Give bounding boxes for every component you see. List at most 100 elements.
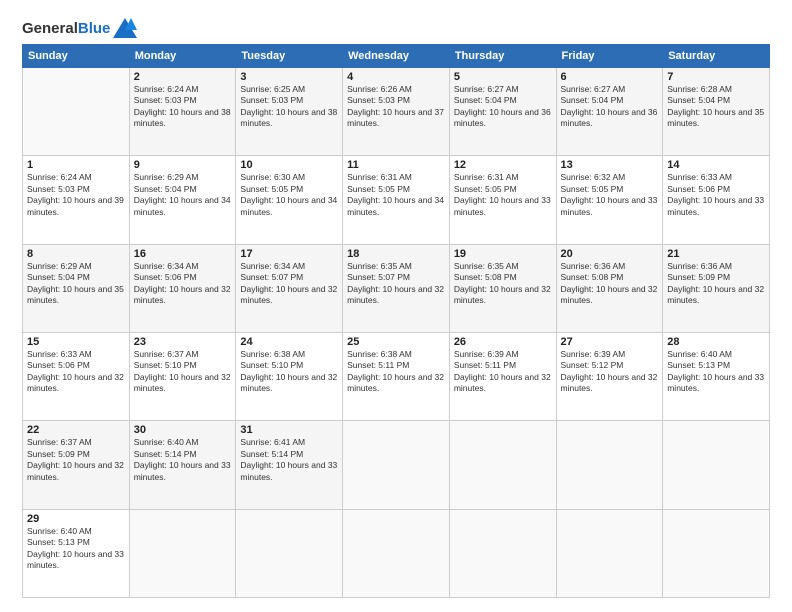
day-cell bbox=[236, 509, 343, 597]
day-cell bbox=[556, 421, 663, 509]
day-cell bbox=[663, 421, 770, 509]
day-info: Sunrise: 6:28 AMSunset: 5:04 PMDaylight:… bbox=[667, 84, 765, 130]
day-cell: 5Sunrise: 6:27 AMSunset: 5:04 PMDaylight… bbox=[449, 68, 556, 156]
col-header-wednesday: Wednesday bbox=[343, 45, 450, 68]
day-number: 13 bbox=[561, 159, 659, 171]
day-cell: 6Sunrise: 6:27 AMSunset: 5:04 PMDaylight… bbox=[556, 68, 663, 156]
day-info: Sunrise: 6:26 AMSunset: 5:03 PMDaylight:… bbox=[347, 84, 445, 130]
day-number: 26 bbox=[454, 336, 552, 348]
day-number: 25 bbox=[347, 336, 445, 348]
day-cell: 29Sunrise: 6:40 AMSunset: 5:13 PMDayligh… bbox=[23, 509, 130, 597]
week-row-3: 15Sunrise: 6:33 AMSunset: 5:06 PMDayligh… bbox=[23, 332, 770, 420]
col-header-sunday: Sunday bbox=[23, 45, 130, 68]
day-cell bbox=[23, 68, 130, 156]
day-number: 22 bbox=[27, 424, 125, 436]
day-cell: 10Sunrise: 6:30 AMSunset: 5:05 PMDayligh… bbox=[236, 156, 343, 244]
day-number: 29 bbox=[27, 513, 125, 525]
page: GeneralBlue SundayMondayTuesdayWednesday… bbox=[0, 0, 792, 612]
day-cell: 18Sunrise: 6:35 AMSunset: 5:07 PMDayligh… bbox=[343, 244, 450, 332]
day-number: 24 bbox=[240, 336, 338, 348]
day-info: Sunrise: 6:27 AMSunset: 5:04 PMDaylight:… bbox=[454, 84, 552, 130]
day-cell: 21Sunrise: 6:36 AMSunset: 5:09 PMDayligh… bbox=[663, 244, 770, 332]
day-number: 14 bbox=[667, 159, 765, 171]
col-header-thursday: Thursday bbox=[449, 45, 556, 68]
day-number: 20 bbox=[561, 248, 659, 260]
week-row-2: 8Sunrise: 6:29 AMSunset: 5:04 PMDaylight… bbox=[23, 244, 770, 332]
day-cell: 15Sunrise: 6:33 AMSunset: 5:06 PMDayligh… bbox=[23, 332, 130, 420]
day-cell: 31Sunrise: 6:41 AMSunset: 5:14 PMDayligh… bbox=[236, 421, 343, 509]
day-cell: 12Sunrise: 6:31 AMSunset: 5:05 PMDayligh… bbox=[449, 156, 556, 244]
day-number: 18 bbox=[347, 248, 445, 260]
day-cell bbox=[129, 509, 236, 597]
day-info: Sunrise: 6:38 AMSunset: 5:10 PMDaylight:… bbox=[240, 349, 338, 395]
day-number: 1 bbox=[27, 159, 125, 171]
day-number: 16 bbox=[134, 248, 232, 260]
day-info: Sunrise: 6:31 AMSunset: 5:05 PMDaylight:… bbox=[454, 172, 552, 218]
day-number: 11 bbox=[347, 159, 445, 171]
day-cell bbox=[556, 509, 663, 597]
day-info: Sunrise: 6:38 AMSunset: 5:11 PMDaylight:… bbox=[347, 349, 445, 395]
week-row-0: 2Sunrise: 6:24 AMSunset: 5:03 PMDaylight… bbox=[23, 68, 770, 156]
day-number: 10 bbox=[240, 159, 338, 171]
day-number: 17 bbox=[240, 248, 338, 260]
day-info: Sunrise: 6:34 AMSunset: 5:07 PMDaylight:… bbox=[240, 261, 338, 307]
day-cell: 13Sunrise: 6:32 AMSunset: 5:05 PMDayligh… bbox=[556, 156, 663, 244]
logo-icon bbox=[113, 18, 137, 38]
col-header-saturday: Saturday bbox=[663, 45, 770, 68]
col-header-tuesday: Tuesday bbox=[236, 45, 343, 68]
day-info: Sunrise: 6:40 AMSunset: 5:14 PMDaylight:… bbox=[134, 437, 232, 483]
day-info: Sunrise: 6:36 AMSunset: 5:09 PMDaylight:… bbox=[667, 261, 765, 307]
day-number: 8 bbox=[27, 248, 125, 260]
week-row-4: 22Sunrise: 6:37 AMSunset: 5:09 PMDayligh… bbox=[23, 421, 770, 509]
logo: GeneralBlue bbox=[22, 18, 137, 38]
day-number: 5 bbox=[454, 71, 552, 83]
day-cell: 8Sunrise: 6:29 AMSunset: 5:04 PMDaylight… bbox=[23, 244, 130, 332]
day-cell: 2Sunrise: 6:24 AMSunset: 5:03 PMDaylight… bbox=[129, 68, 236, 156]
week-row-5: 29Sunrise: 6:40 AMSunset: 5:13 PMDayligh… bbox=[23, 509, 770, 597]
day-cell: 7Sunrise: 6:28 AMSunset: 5:04 PMDaylight… bbox=[663, 68, 770, 156]
day-number: 31 bbox=[240, 424, 338, 436]
col-header-friday: Friday bbox=[556, 45, 663, 68]
day-number: 19 bbox=[454, 248, 552, 260]
day-number: 27 bbox=[561, 336, 659, 348]
day-info: Sunrise: 6:37 AMSunset: 5:10 PMDaylight:… bbox=[134, 349, 232, 395]
day-info: Sunrise: 6:25 AMSunset: 5:03 PMDaylight:… bbox=[240, 84, 338, 130]
day-cell: 4Sunrise: 6:26 AMSunset: 5:03 PMDaylight… bbox=[343, 68, 450, 156]
day-info: Sunrise: 6:40 AMSunset: 5:13 PMDaylight:… bbox=[27, 526, 125, 572]
day-cell: 3Sunrise: 6:25 AMSunset: 5:03 PMDaylight… bbox=[236, 68, 343, 156]
day-info: Sunrise: 6:34 AMSunset: 5:06 PMDaylight:… bbox=[134, 261, 232, 307]
week-row-1: 1Sunrise: 6:24 AMSunset: 5:03 PMDaylight… bbox=[23, 156, 770, 244]
day-info: Sunrise: 6:32 AMSunset: 5:05 PMDaylight:… bbox=[561, 172, 659, 218]
day-number: 23 bbox=[134, 336, 232, 348]
day-cell bbox=[663, 509, 770, 597]
day-info: Sunrise: 6:37 AMSunset: 5:09 PMDaylight:… bbox=[27, 437, 125, 483]
day-number: 2 bbox=[134, 71, 232, 83]
header: GeneralBlue bbox=[22, 18, 770, 38]
day-cell: 11Sunrise: 6:31 AMSunset: 5:05 PMDayligh… bbox=[343, 156, 450, 244]
day-info: Sunrise: 6:39 AMSunset: 5:12 PMDaylight:… bbox=[561, 349, 659, 395]
day-number: 4 bbox=[347, 71, 445, 83]
day-info: Sunrise: 6:36 AMSunset: 5:08 PMDaylight:… bbox=[561, 261, 659, 307]
day-cell bbox=[449, 509, 556, 597]
day-cell: 23Sunrise: 6:37 AMSunset: 5:10 PMDayligh… bbox=[129, 332, 236, 420]
day-info: Sunrise: 6:30 AMSunset: 5:05 PMDaylight:… bbox=[240, 172, 338, 218]
day-number: 6 bbox=[561, 71, 659, 83]
day-info: Sunrise: 6:33 AMSunset: 5:06 PMDaylight:… bbox=[667, 172, 765, 218]
day-cell: 25Sunrise: 6:38 AMSunset: 5:11 PMDayligh… bbox=[343, 332, 450, 420]
day-cell bbox=[343, 421, 450, 509]
day-info: Sunrise: 6:35 AMSunset: 5:07 PMDaylight:… bbox=[347, 261, 445, 307]
day-info: Sunrise: 6:31 AMSunset: 5:05 PMDaylight:… bbox=[347, 172, 445, 218]
day-info: Sunrise: 6:40 AMSunset: 5:13 PMDaylight:… bbox=[667, 349, 765, 395]
day-info: Sunrise: 6:35 AMSunset: 5:08 PMDaylight:… bbox=[454, 261, 552, 307]
day-cell: 1Sunrise: 6:24 AMSunset: 5:03 PMDaylight… bbox=[23, 156, 130, 244]
day-cell: 28Sunrise: 6:40 AMSunset: 5:13 PMDayligh… bbox=[663, 332, 770, 420]
logo-general: GeneralBlue bbox=[22, 20, 110, 37]
day-cell bbox=[449, 421, 556, 509]
day-cell: 22Sunrise: 6:37 AMSunset: 5:09 PMDayligh… bbox=[23, 421, 130, 509]
day-info: Sunrise: 6:24 AMSunset: 5:03 PMDaylight:… bbox=[134, 84, 232, 130]
day-cell: 19Sunrise: 6:35 AMSunset: 5:08 PMDayligh… bbox=[449, 244, 556, 332]
day-cell: 16Sunrise: 6:34 AMSunset: 5:06 PMDayligh… bbox=[129, 244, 236, 332]
day-info: Sunrise: 6:29 AMSunset: 5:04 PMDaylight:… bbox=[134, 172, 232, 218]
day-number: 28 bbox=[667, 336, 765, 348]
day-cell: 27Sunrise: 6:39 AMSunset: 5:12 PMDayligh… bbox=[556, 332, 663, 420]
